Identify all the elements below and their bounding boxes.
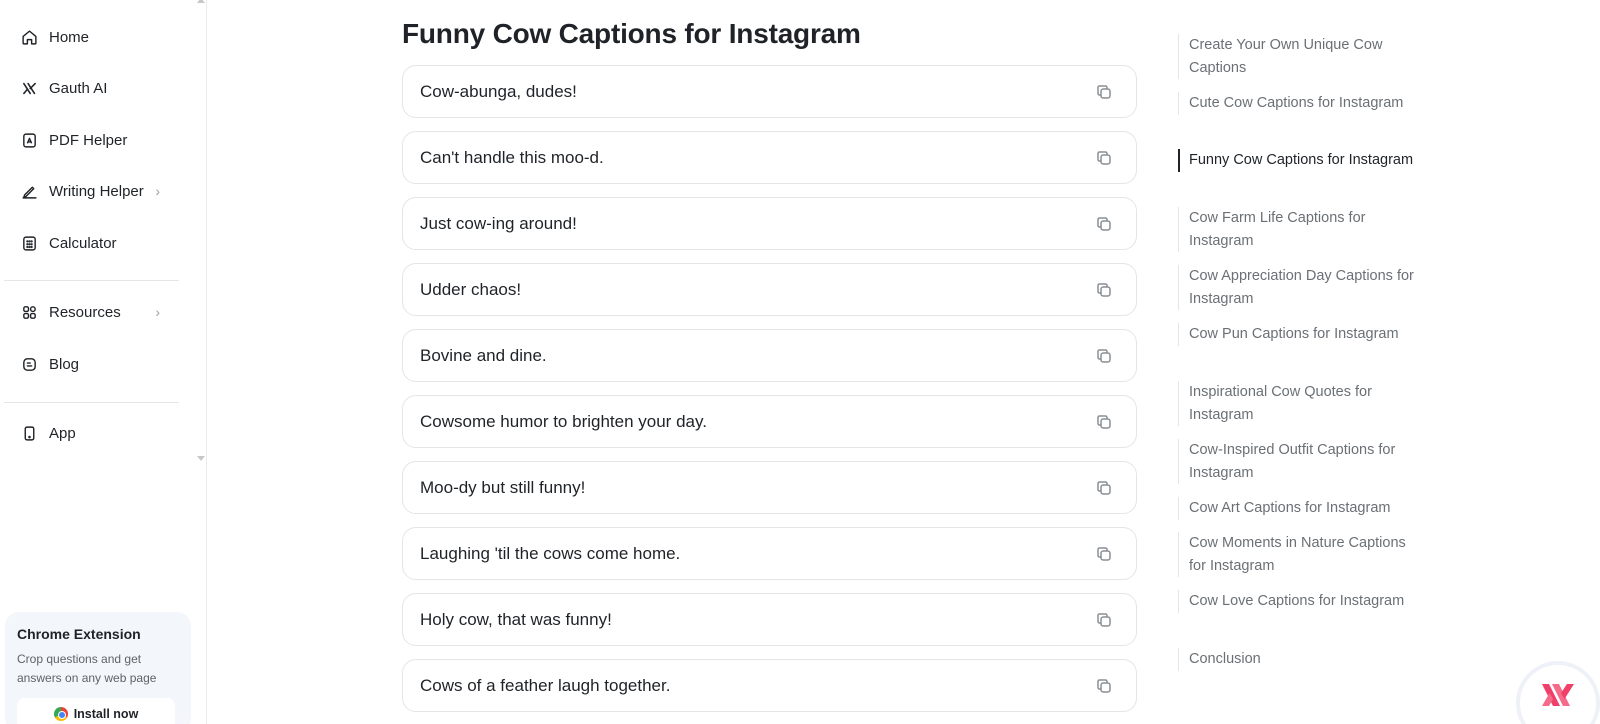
sidebar-item-writing-helper[interactable]: Writing Helper › xyxy=(20,173,180,209)
caption-card: Udder chaos! xyxy=(402,263,1137,316)
toc-item[interactable]: Cow Love Captions for Instagram xyxy=(1178,590,1418,613)
caption-text: Can't handle this moo-d. xyxy=(420,147,604,167)
chrome-extension-card: Chrome Extension Crop questions and get … xyxy=(5,612,191,724)
scroll-up-arrow-icon[interactable] xyxy=(197,0,205,3)
caption-card: Cows of a feather laugh together. xyxy=(402,659,1137,712)
copy-icon[interactable] xyxy=(1095,677,1113,695)
toc-item[interactable]: Cow-Inspired Outfit Captions for Instagr… xyxy=(1178,439,1418,484)
extension-title: Chrome Extension xyxy=(17,626,141,642)
grid-icon xyxy=(20,303,38,321)
copy-icon[interactable] xyxy=(1095,413,1113,431)
toc-item[interactable]: Cow Moments in Nature Captions for Insta… xyxy=(1178,532,1418,577)
toc-item-active[interactable]: Funny Cow Captions for Instagram xyxy=(1178,149,1418,172)
caption-text: Udder chaos! xyxy=(420,279,522,299)
toc-item[interactable]: Cute Cow Captions for Instagram xyxy=(1178,92,1418,115)
sidebar-item-blog[interactable]: Blog xyxy=(20,346,180,382)
copy-icon[interactable] xyxy=(1095,611,1113,629)
pdf-icon xyxy=(20,131,38,149)
caption-card: Bovine and dine. xyxy=(402,329,1137,382)
gauth-ai-icon xyxy=(20,79,38,97)
chevron-right-icon: › xyxy=(155,183,160,199)
calculator-icon xyxy=(20,234,38,252)
home-icon xyxy=(20,28,38,46)
sidebar-item-resources[interactable]: Resources › xyxy=(20,294,180,330)
caption-card: Just cow-ing around! xyxy=(402,197,1137,250)
caption-card: Can't handle this moo-d. xyxy=(402,131,1137,184)
copy-icon[interactable] xyxy=(1095,83,1113,101)
caption-card: Moo-dy but still funny! xyxy=(402,461,1137,514)
copy-icon[interactable] xyxy=(1095,149,1113,167)
sidebar-divider xyxy=(4,402,179,403)
sidebar-divider xyxy=(4,280,179,281)
scroll-down-arrow-icon[interactable] xyxy=(197,456,205,461)
sidebar-item-gauth-ai[interactable]: Gauth AI xyxy=(20,70,180,106)
copy-icon[interactable] xyxy=(1095,347,1113,365)
copy-icon[interactable] xyxy=(1095,545,1113,563)
pen-icon xyxy=(20,182,38,200)
sidebar: Home Gauth AI PDF Helper Writing Helper … xyxy=(0,0,207,724)
sidebar-item-label: Calculator xyxy=(49,234,117,252)
sidebar-item-label: Gauth AI xyxy=(49,79,108,97)
caption-text: Cowsome humor to brighten your day. xyxy=(420,411,707,431)
toc-item[interactable]: Create Your Own Unique Cow Captions xyxy=(1178,34,1418,79)
sidebar-item-app[interactable]: App xyxy=(20,415,180,451)
phone-icon xyxy=(20,424,38,442)
page-title: Funny Cow Captions for Instagram xyxy=(402,18,861,49)
gauth-logo-icon xyxy=(1542,684,1574,706)
toc-item[interactable]: Inspirational Cow Quotes for Instagram xyxy=(1178,381,1418,426)
chrome-icon xyxy=(53,707,68,721)
sidebar-item-label: Blog xyxy=(49,355,80,373)
blog-icon xyxy=(20,355,38,373)
copy-icon[interactable] xyxy=(1095,281,1113,299)
install-now-label: Install now xyxy=(73,707,139,721)
sidebar-item-label: App xyxy=(49,424,76,442)
sidebar-item-pdf-helper[interactable]: PDF Helper xyxy=(20,122,180,158)
copy-icon[interactable] xyxy=(1095,215,1113,233)
caption-text: Laughing 'til the cows come home. xyxy=(420,543,681,563)
caption-text: Cows of a feather laugh together. xyxy=(420,675,671,695)
copy-icon[interactable] xyxy=(1095,479,1113,497)
chevron-right-icon: › xyxy=(155,304,160,320)
caption-card: Holy cow, that was funny! xyxy=(402,593,1137,646)
install-now-button[interactable]: Install now xyxy=(17,698,175,724)
sidebar-item-label: Home xyxy=(49,28,90,46)
caption-text: Cow-abunga, dudes! xyxy=(420,81,577,101)
sidebar-item-label: PDF Helper xyxy=(49,131,128,149)
toc-item[interactable]: Cow Appreciation Day Captions for Instag… xyxy=(1178,265,1418,310)
caption-card: Laughing 'til the cows come home. xyxy=(402,527,1137,580)
sidebar-item-home[interactable]: Home xyxy=(20,19,180,55)
toc-item[interactable]: Cow Farm Life Captions for Instagram xyxy=(1178,207,1418,252)
caption-card: Cow-abunga, dudes! xyxy=(402,65,1137,118)
caption-text: Just cow-ing around! xyxy=(420,213,577,233)
extension-description: Crop questions and get answers on any we… xyxy=(17,652,157,685)
toc-item[interactable]: Cow Art Captions for Instagram xyxy=(1178,497,1418,520)
caption-text: Bovine and dine. xyxy=(420,345,547,365)
sidebar-item-label: Writing Helper xyxy=(49,182,144,200)
caption-text: Holy cow, that was funny! xyxy=(420,609,612,629)
toc-item[interactable]: Conclusion xyxy=(1178,648,1418,671)
caption-text: Moo-dy but still funny! xyxy=(420,477,586,497)
caption-card: Cowsome humor to brighten your day. xyxy=(402,395,1137,448)
sidebar-item-label: Resources xyxy=(49,303,121,321)
toc-item[interactable]: Cow Pun Captions for Instagram xyxy=(1178,323,1418,346)
sidebar-item-calculator[interactable]: Calculator xyxy=(20,225,180,261)
gauth-floating-button[interactable] xyxy=(1516,661,1600,724)
